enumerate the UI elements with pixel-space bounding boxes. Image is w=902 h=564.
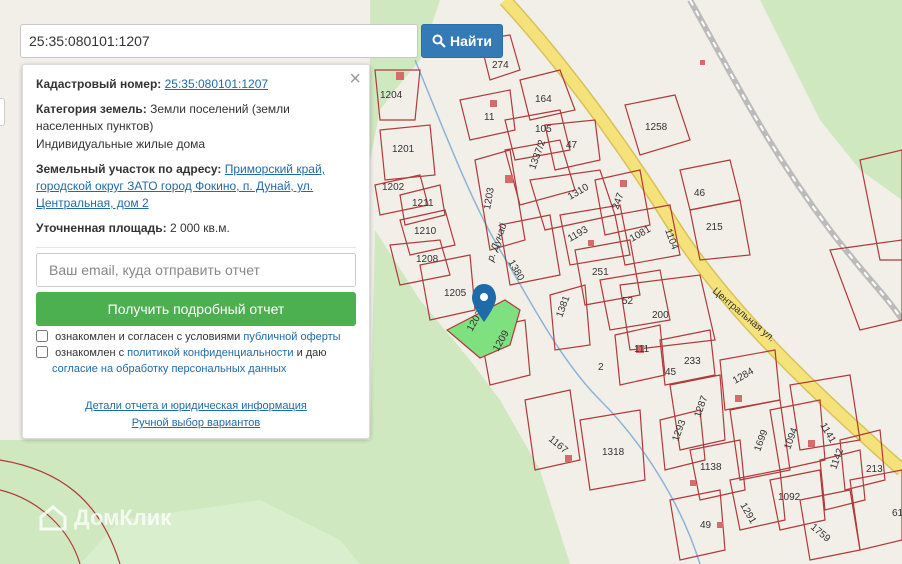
parcel-info-panel: × Кадастровый номер: 25:35:080101:1207 К…	[22, 64, 370, 439]
parcel-label: 52	[622, 296, 634, 307]
parcel-label: 1092	[778, 492, 801, 503]
parcel-label: 1258	[645, 122, 668, 133]
search-input[interactable]	[21, 25, 417, 57]
parcel-label: 164	[535, 94, 552, 105]
divider	[36, 247, 356, 248]
email-field-wrap[interactable]	[36, 253, 356, 287]
area-label: Уточненная площадь:	[36, 221, 167, 235]
house-logo-icon	[39, 505, 67, 531]
parcel-label: 1211	[412, 198, 434, 209]
close-icon[interactable]: ×	[349, 69, 361, 89]
parcel-label: 1208	[416, 254, 439, 265]
parcel-label: 46	[694, 188, 706, 199]
consent-offer: ознакомлен и согласен с условиями публич…	[36, 329, 356, 345]
parcel-label: 251	[592, 267, 609, 278]
search-button-label: Найти	[450, 33, 492, 49]
side-panel-toggle[interactable]	[0, 98, 5, 126]
consent-privacy-text: ознакомлен с	[55, 347, 125, 359]
cadastral-link[interactable]: 25:35:080101:1207	[165, 77, 268, 91]
parcel-label: 1201	[392, 144, 415, 155]
parcel-label: 61	[892, 508, 902, 519]
parcel-label: 213	[866, 464, 883, 475]
parcel-label: 1204	[380, 90, 403, 101]
area-row: Уточненная площадь: 2 000 кв.м.	[36, 220, 336, 237]
search-icon	[432, 34, 446, 48]
parcel-label: 233	[684, 356, 701, 367]
parcel-label: 105	[535, 124, 552, 135]
watermark-text: ДомКлик	[74, 505, 172, 530]
parcel-label: 1205	[444, 288, 467, 299]
parcel-label: 1138	[700, 462, 722, 473]
parcel-label: 45	[665, 367, 677, 378]
details-row: Детали отчета и юридическая информация	[23, 400, 369, 412]
consent-privacy: ознакомлен с политикой конфиденциальност…	[36, 345, 356, 377]
search-box[interactable]	[20, 24, 418, 58]
search-button[interactable]: Найти	[421, 24, 503, 58]
offer-link[interactable]: публичной оферты	[243, 331, 340, 343]
email-field[interactable]	[37, 254, 355, 286]
parcel-label: 1318	[602, 447, 625, 458]
parcel-label: 215	[706, 222, 723, 233]
consent-privacy-checkbox[interactable]	[36, 346, 48, 358]
cadastral-row: Кадастровый номер: 25:35:080101:1207	[36, 76, 336, 93]
manual-choice-link[interactable]: Ручной выбор вариантов	[132, 417, 260, 429]
consent-offer-text: ознакомлен и согласен с условиями	[55, 331, 241, 343]
category-label: Категория земель:	[36, 102, 147, 116]
parcel-label: 274	[492, 60, 509, 71]
parcel-label: 1202	[382, 182, 405, 193]
consent-offer-checkbox[interactable]	[36, 330, 48, 342]
details-link[interactable]: Детали отчета и юридическая информация	[85, 400, 307, 412]
parcel-label: 2	[598, 362, 604, 373]
manual-row: Ручной выбор вариантов	[23, 417, 369, 429]
address-label: Земельный участок по адресу:	[36, 162, 222, 176]
privacy-link[interactable]: политикой конфиденциальности	[127, 347, 293, 359]
parcel-label: 49	[700, 520, 712, 531]
parcel-label: 1210	[414, 226, 437, 237]
category-use: Индивидуальные жилые дома	[36, 137, 206, 151]
area-value: 2 000 кв.м.	[169, 221, 230, 235]
address-row: Земельный участок по адресу: Приморский …	[36, 161, 336, 212]
personal-data-link[interactable]: согласие на обработку персональных данны…	[52, 363, 286, 375]
get-report-button[interactable]: Получить подробный отчет	[36, 292, 356, 326]
parcel-label: 200	[652, 310, 669, 321]
parcel-label: 47	[566, 140, 578, 151]
parcel-label: 111	[634, 344, 650, 355]
parcel-label: 11	[484, 112, 495, 123]
watermark: ДомКлик	[38, 505, 171, 531]
cadastral-label: Кадастровый номер:	[36, 77, 162, 91]
category-row: Категория земель: Земли поселений (земли…	[36, 101, 336, 135]
consent-privacy-and: и даю	[296, 347, 327, 359]
